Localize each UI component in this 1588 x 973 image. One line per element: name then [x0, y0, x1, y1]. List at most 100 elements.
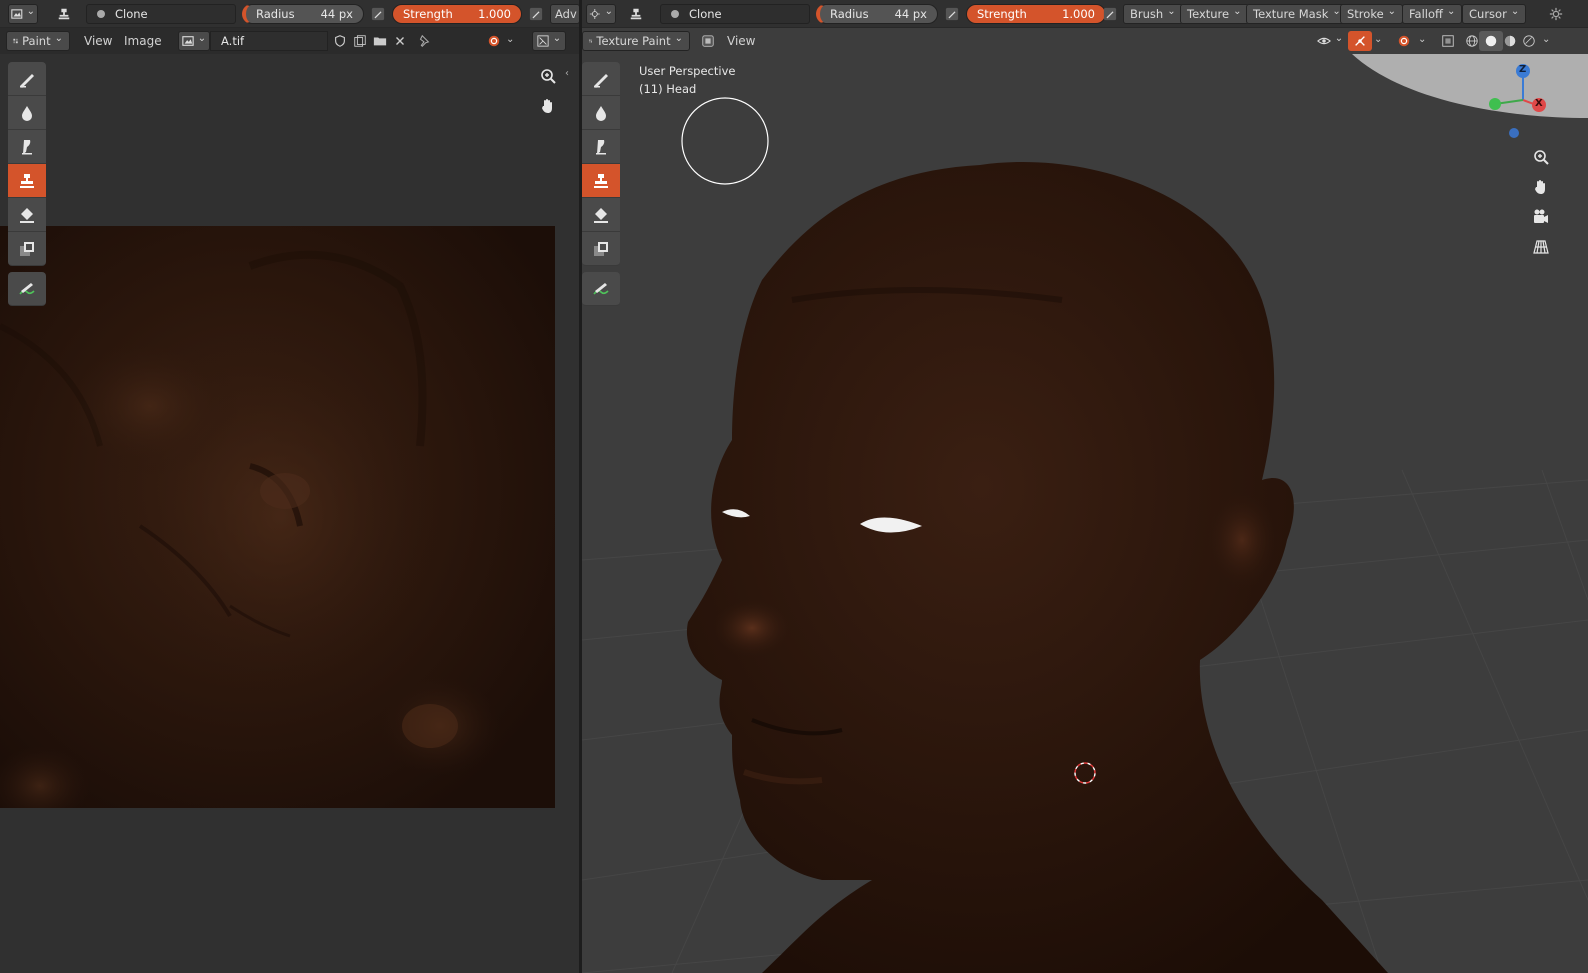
gizmo-toggle-button[interactable] [1348, 31, 1372, 51]
cursor-menu[interactable]: Cursor [1462, 4, 1527, 24]
viewport-scene [582, 54, 1588, 973]
texture-menu[interactable]: Texture [1180, 4, 1249, 24]
brush-name: Clone [115, 7, 148, 21]
drop-icon [596, 105, 606, 121]
uv-sync-button[interactable] [482, 31, 506, 51]
image-canvas[interactable] [0, 226, 555, 808]
hand-icon [1535, 180, 1545, 194]
image-editor-header: Paint View Image A.tif ⌄ [0, 28, 579, 54]
overlays-toggle-button[interactable] [1392, 31, 1416, 51]
image-name-field[interactable]: A.tif [210, 31, 328, 51]
zoom-icon [541, 69, 556, 84]
xray-toggle-button[interactable] [1436, 31, 1460, 51]
advanced-button[interactable]: Adv [550, 4, 579, 24]
gizmo-negative-z-handle[interactable] [1509, 128, 1519, 138]
tool-smear[interactable] [8, 130, 46, 164]
brush-icon [20, 73, 34, 88]
viewport-icon [589, 9, 600, 19]
radius-field[interactable]: Radius 44 px [816, 4, 938, 24]
camera-icon [1534, 209, 1548, 223]
tool-fill[interactable] [582, 198, 620, 232]
mode-selector[interactable]: Texture Paint [582, 31, 690, 51]
brush-menu[interactable]: Brush [1123, 4, 1183, 24]
clone-stamp-icon [594, 173, 608, 188]
tool-draw[interactable] [8, 62, 46, 96]
overlays-dropdown-icon[interactable]: ⌄ [1418, 34, 1426, 45]
radius-label: Radius [830, 7, 869, 21]
radius-pressure-button[interactable] [366, 4, 390, 24]
rendered-sphere-icon [1523, 35, 1535, 47]
fill-bucket-icon [20, 207, 34, 223]
brush-selector[interactable]: Clone [660, 4, 810, 24]
radius-pressure-button[interactable] [940, 4, 964, 24]
nose-highlight [712, 598, 792, 658]
tool-smear[interactable] [582, 130, 620, 164]
overlay-toggle-icon [488, 35, 500, 47]
display-mode-button[interactable] [532, 31, 566, 51]
strength-field[interactable]: Strength 1.000 [392, 4, 522, 24]
tool-annotate[interactable] [582, 272, 620, 306]
unlink-image-button[interactable] [388, 31, 412, 51]
brush-selector[interactable]: Clone [86, 4, 236, 24]
hand-icon [542, 99, 552, 113]
tool-mask[interactable] [8, 232, 46, 266]
image-editor-area[interactable]: Clone Radius 44 px Strength 1.000 Adv Pa… [0, 0, 579, 973]
viewport-area[interactable]: Clone Radius 44 px Strength 1.000 Brush … [582, 0, 1588, 973]
menu-image[interactable]: Image [124, 34, 162, 48]
strength-pressure-button[interactable] [1098, 4, 1122, 24]
editor-type-button[interactable] [8, 4, 38, 24]
editor-type-button[interactable] [586, 4, 616, 24]
texture-mask-menu[interactable]: Texture Mask [1246, 4, 1348, 24]
smear-icon [22, 139, 32, 154]
strength-label: Strength [977, 7, 1027, 21]
strength-pressure-button[interactable] [524, 4, 548, 24]
falloff-menu[interactable]: Falloff [1402, 4, 1463, 24]
radius-field[interactable]: Radius 44 px [242, 4, 364, 24]
shading-rendered-button[interactable] [1517, 31, 1541, 51]
overlays-icon [1398, 35, 1410, 47]
mode-label: Texture Paint [596, 34, 671, 48]
pan-button[interactable] [535, 93, 561, 119]
mode-selector[interactable]: Paint [6, 31, 70, 51]
radius-value: 44 px [894, 7, 927, 21]
menu-view[interactable]: View [727, 34, 755, 48]
solid-sphere-icon [1485, 35, 1497, 47]
tool-mask[interactable] [582, 232, 620, 266]
shading-dropdown-icon[interactable]: ⌄ [1542, 34, 1550, 45]
navigation-gizmo[interactable]: Z X [1482, 58, 1562, 118]
tool-fill[interactable] [8, 198, 46, 232]
zoom-button[interactable] [535, 63, 561, 89]
perspective-toggle-button[interactable] [1528, 234, 1554, 260]
tool-clone[interactable] [8, 164, 46, 198]
advanced-label: Adv [555, 7, 577, 21]
sidebar-toggle-icon[interactable]: ‹ [565, 68, 569, 79]
viewport-toolbar [582, 62, 622, 306]
strength-field[interactable]: Strength 1.000 [966, 4, 1106, 24]
gizmo-dropdown-icon[interactable]: ⌄ [1374, 34, 1382, 45]
image-name: A.tif [221, 34, 245, 48]
tool-clone[interactable] [582, 164, 620, 198]
visibility-button[interactable] [1314, 31, 1346, 51]
strength-value: 1.000 [1062, 7, 1095, 21]
image-browse-button[interactable] [178, 31, 210, 51]
mask-toggle-button[interactable] [696, 31, 720, 51]
tool-soften[interactable] [582, 96, 620, 130]
face-mask-icon [702, 35, 714, 47]
close-icon [396, 37, 404, 45]
stroke-menu[interactable]: Stroke [1340, 4, 1404, 24]
pen-pressure-icon [1103, 7, 1117, 21]
radius-label: Radius [256, 7, 295, 21]
zoom-button[interactable] [1528, 144, 1554, 170]
texture-paint-mode-icon [589, 39, 593, 43]
tool-annotate[interactable] [8, 272, 46, 306]
menu-view[interactable]: View [84, 34, 112, 48]
tool-draw[interactable] [582, 62, 620, 96]
camera-view-button[interactable] [1528, 204, 1554, 230]
header-options-button[interactable] [1544, 4, 1568, 24]
uv-sync-dropdown-icon[interactable]: ⌄ [506, 34, 514, 45]
pan-button[interactable] [1528, 174, 1554, 200]
gizmo-x-label: X [1535, 98, 1543, 109]
tool-soften[interactable] [8, 96, 46, 130]
pin-button[interactable] [412, 31, 436, 51]
pen-pressure-icon [529, 7, 543, 21]
